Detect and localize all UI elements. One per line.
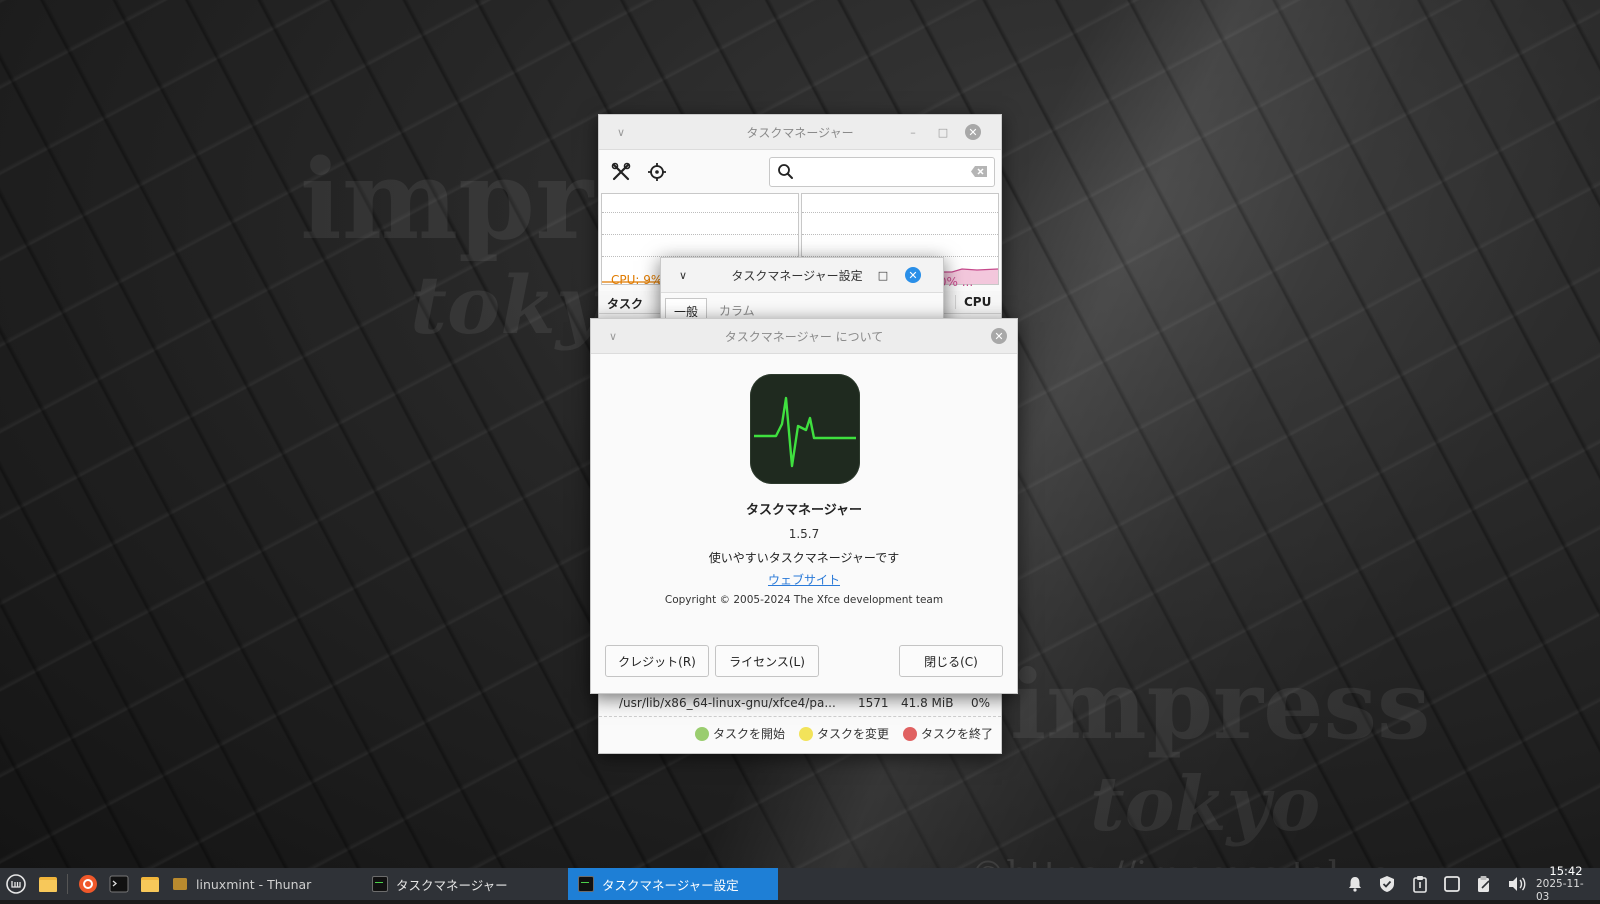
red-dot-icon [902,727,917,741]
close-dialog-button[interactable]: 閉じる(C) [899,645,1003,677]
close-icon: ✕ [965,124,981,140]
search-icon [778,164,793,179]
about-title: タスクマネージャー について [724,329,884,344]
task-thunar-label: linuxmint - Thunar [196,876,312,892]
terminal-icon [109,875,129,893]
settings-tools-button[interactable] [611,162,631,185]
maximize-icon[interactable]: □ [935,124,951,140]
chevron-down-icon[interactable]: ∨ [613,124,629,140]
close-icon: ✕ [905,267,921,283]
legend-change: タスクを変更 [798,725,889,742]
menu-button[interactable] [5,868,27,900]
settings-title: タスクマネージャー設定 [731,268,863,283]
clipboard-manager-button[interactable] [1475,868,1493,900]
column-header-task[interactable]: タスク [607,295,643,312]
folder-icon [141,877,159,892]
legend-end-label: タスクを終了 [920,726,993,741]
cpu-usage-label: CPU: 9% [611,273,663,287]
task-manager-toolbar [599,150,1001,194]
shield-icon [1380,876,1394,892]
task-task-manager-label: タスクマネージャー [396,877,508,893]
maximize-icon[interactable]: □ [875,267,891,283]
clipboard-button[interactable] [1411,868,1429,900]
legend-change-label: タスクを変更 [816,726,889,741]
column-header-cpu[interactable]: CPU [955,295,991,309]
search-input[interactable] [769,157,995,187]
app-version: 1.5.7 [788,527,820,541]
minimize-icon[interactable]: – [905,124,921,140]
task-manager-titlebar[interactable]: ∨ タスクマネージャー – □ ✕ [599,115,1001,150]
bell-icon [1349,877,1361,892]
clipboard-icon [1413,876,1427,893]
terminal-launcher[interactable] [109,868,129,900]
close-icon: ✕ [991,328,1007,344]
clock-time: 15:42 [1549,863,1583,878]
firefox-icon [79,875,97,893]
chevron-down-icon[interactable]: ∨ [605,328,621,344]
close-button[interactable]: ✕ [905,267,921,283]
table-row[interactable]: /usr/lib/x86_64-linux-gnu/xfce4/pa... 15… [599,690,1001,717]
crosshair-icon [648,163,666,181]
folder-icon [39,877,57,892]
row-command: /usr/lib/x86_64-linux-gnu/xfce4/pa... [619,696,836,710]
close-button[interactable]: ✕ [965,124,981,140]
volume-button[interactable] [1507,868,1527,900]
settings-titlebar[interactable]: ∨ タスクマネージャー設定 – □ ✕ [661,258,943,293]
task-manager-icon [578,876,594,892]
clipboard-edit-icon [1478,876,1490,892]
app-name: タスクマネージャー [745,503,863,518]
window-icon [1444,876,1460,892]
legend: タスクを開始 タスクを変更 タスクを終了 [694,719,993,747]
separator [67,874,68,894]
close-button[interactable]: ✕ [991,328,1007,344]
row-cpu: 0% [971,696,991,710]
row-pid: 1571 [858,696,889,710]
legend-start: タスクを開始 [694,725,785,742]
app-description: 使いやすいタスクマネージャーです [708,551,900,565]
show-desktop-button[interactable] [38,868,58,900]
credits-button[interactable]: クレジット(R) [605,645,709,677]
workspace-button[interactable] [1443,868,1461,900]
clock[interactable]: 15:42 2025-11-03 [1536,863,1596,903]
watermark-text: impress [1010,650,1431,761]
task-settings-label: タスクマネージャー設定 [602,877,739,893]
task-settings[interactable]: タスクマネージャー設定 [568,868,778,900]
tools-icon [611,162,631,181]
yellow-dot-icon [798,727,813,741]
notifications-button[interactable] [1346,868,1364,900]
watermark-text: tokyo [1090,760,1321,848]
copyright-text: Copyright © 2005-2024 The Xfce developme… [664,594,944,606]
files-launcher[interactable] [140,868,160,900]
chevron-down-icon[interactable]: ∨ [675,267,691,283]
legend-end: タスクを終了 [902,725,993,742]
mint-logo-icon [6,874,26,894]
green-dot-icon [694,727,709,741]
task-thunar[interactable]: linuxmint - Thunar [162,868,362,900]
heartbeat-icon [754,396,856,468]
firefox-launcher[interactable] [78,868,98,900]
minimize-icon[interactable]: – [847,267,863,283]
task-task-manager[interactable]: タスクマネージャー [362,868,568,900]
volume-icon [1509,877,1526,891]
row-memory: 41.8 MiB [901,696,954,710]
update-manager-button[interactable] [1378,868,1396,900]
legend-start-label: タスクを開始 [712,726,785,741]
about-titlebar[interactable]: ∨ タスクマネージャー について ✕ [591,319,1017,354]
license-button[interactable]: ライセンス(L) [715,645,819,677]
crosshair-button[interactable] [647,162,667,185]
website-link[interactable]: ウェブサイト [768,573,840,587]
clear-input-icon[interactable] [970,165,988,178]
app-icon [750,374,860,484]
folder-icon [173,878,187,890]
task-manager-icon [372,876,388,892]
about-dialog: ∨ タスクマネージャー について ✕ タスクマネージャー 1.5.7 使いやすい… [590,318,1018,694]
taskbar: linuxmint - Thunar タスクマネージャー タスクマネージャー設定 [0,863,1600,903]
